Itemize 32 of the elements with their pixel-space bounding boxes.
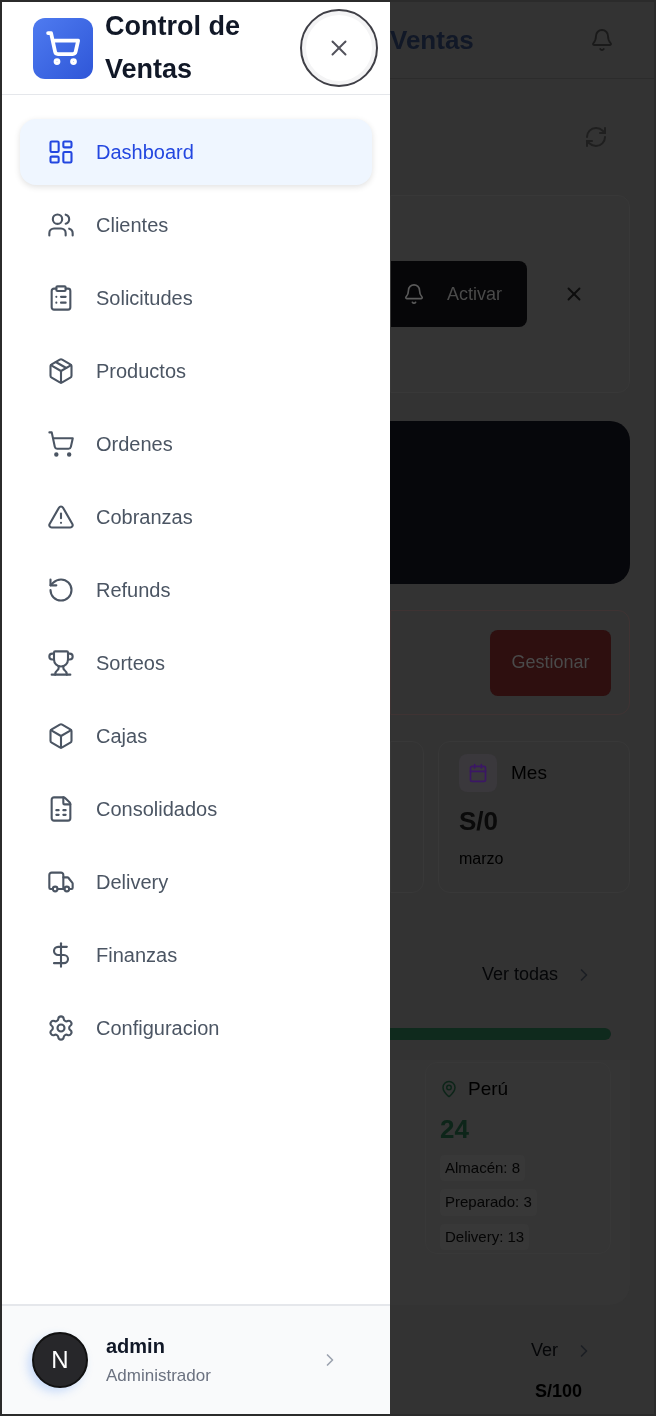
user-footer[interactable]: N admin Administrador [2,1304,390,1414]
warning-icon [47,503,75,531]
nav-item[interactable]: Productos [20,338,372,404]
calendar-icon [459,754,497,792]
app-title: Control de Ventas [105,10,241,86]
nav-item[interactable]: Dashboard [20,119,372,185]
rotate-icon [47,576,75,604]
nav-item[interactable]: Finanzas [20,922,372,988]
users-icon [47,211,75,239]
location-pin-icon [440,1080,458,1099]
nav-item[interactable]: Configuracion [20,995,372,1061]
user-role: Administrador [106,1365,211,1388]
nav-item[interactable]: Cobranzas [20,484,372,550]
nav-item[interactable]: Solicitudes [20,265,372,331]
nav-item[interactable]: Delivery [20,849,372,915]
nav-item[interactable]: Refunds [20,557,372,623]
nav-item[interactable]: Sorteos [20,630,372,696]
user-name: admin [106,1334,166,1360]
nav-item[interactable]: Ordenes [20,411,372,477]
box-icon [47,722,75,750]
cart-icon [47,430,75,458]
cart-logo-icon [33,17,93,79]
nav-item[interactable]: Consolidados [20,776,372,842]
nav-item[interactable]: Cajas [20,703,372,769]
settings-icon [47,1014,75,1042]
bell-icon[interactable] [590,28,614,52]
trophy-icon [47,649,75,677]
nav-item[interactable]: Clientes [20,192,372,258]
user-avatar: N [32,1332,88,1388]
bell-icon [403,283,425,305]
package-icon [47,357,75,385]
dashboard-icon [47,138,75,166]
